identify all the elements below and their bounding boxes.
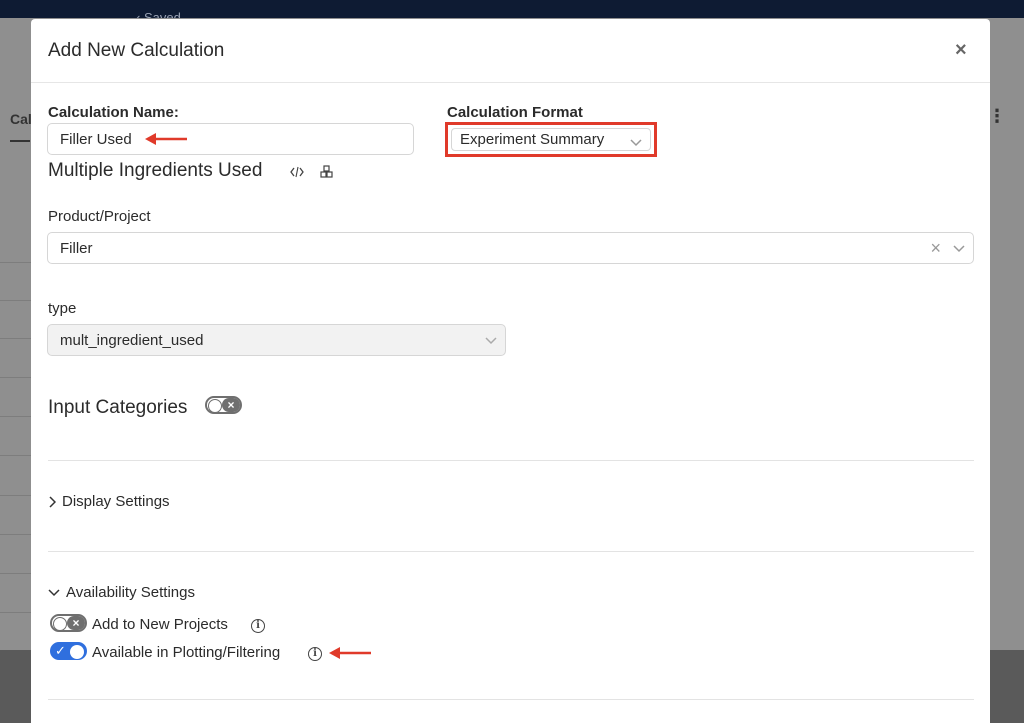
chevron-down-icon — [48, 588, 60, 596]
calculation-format-value: Experiment Summary — [460, 131, 605, 148]
chevron-right-icon — [49, 495, 56, 508]
section-divider — [48, 699, 974, 700]
background-row-line — [0, 416, 31, 417]
background-row-line — [0, 534, 31, 535]
section-divider — [48, 551, 974, 552]
available-in-plotting-label: Available in Plotting/Filtering — [92, 644, 281, 661]
input-categories-title: Input Categories — [48, 397, 188, 418]
chevron-down-icon — [953, 245, 965, 253]
toggle-off-icon: × — [67, 616, 85, 630]
modal-title: Add New Calculation — [48, 40, 225, 61]
available-in-plotting-toggle[interactable]: ✓ — [50, 642, 87, 660]
toggle-off-icon: × — [222, 398, 240, 412]
modal-header: Add New Calculation × — [31, 19, 990, 83]
background-row-line — [0, 495, 31, 496]
toggle-knob — [208, 399, 222, 413]
type-select[interactable]: mult_ingredient_used — [47, 324, 506, 356]
add-calculation-modal: Add New Calculation × Calculation Name: … — [31, 19, 990, 723]
chevron-down-icon — [630, 139, 642, 147]
calculation-format-select[interactable]: Experiment Summary — [451, 128, 651, 151]
input-categories-toggle[interactable]: × — [205, 396, 242, 414]
ingredients-section-title: Multiple Ingredients Used — [48, 160, 263, 181]
availability-settings-toggle[interactable]: Availability Settings — [48, 584, 195, 601]
code-icon[interactable] — [290, 166, 304, 178]
product-project-value: Filler — [60, 239, 93, 257]
annotation-arrow-icon — [145, 133, 187, 145]
product-project-label: Product/Project — [48, 208, 151, 225]
chevron-down-icon — [485, 337, 497, 345]
calculation-name-input[interactable]: Filler Used — [47, 123, 414, 155]
background-row-line — [0, 455, 31, 456]
toggle-knob — [53, 617, 67, 631]
info-icon[interactable]: i — [251, 619, 265, 633]
background-row-line — [0, 612, 31, 613]
add-to-new-projects-toggle[interactable]: × — [50, 614, 87, 632]
section-divider — [48, 460, 974, 461]
add-to-new-projects-label: Add to New Projects — [92, 616, 228, 633]
background-tab: Cal — [10, 111, 32, 127]
calculation-name-label: Calculation Name: — [48, 104, 179, 121]
background-row-line — [0, 262, 31, 263]
cubes-icon[interactable] — [320, 165, 334, 178]
background-row-line — [0, 300, 31, 301]
background-tab-underline — [10, 140, 30, 142]
product-project-select[interactable]: Filler × — [47, 232, 974, 264]
clear-icon[interactable]: × — [930, 238, 941, 259]
availability-settings-label: Availability Settings — [66, 584, 195, 601]
background-row-line — [0, 338, 31, 339]
checkmark-icon: ✓ — [55, 643, 66, 658]
app-top-bar: ‹ Saved — [0, 0, 1024, 25]
close-icon[interactable]: × — [955, 39, 967, 62]
calculation-format-label: Calculation Format — [447, 104, 583, 121]
info-icon[interactable]: i — [308, 647, 322, 661]
type-label: type — [48, 300, 77, 317]
background-row-line — [0, 377, 31, 378]
annotation-highlight-box: Experiment Summary — [445, 122, 657, 157]
type-value: mult_ingredient_used — [60, 331, 204, 349]
background-row-line — [0, 573, 31, 574]
display-settings-toggle[interactable]: Display Settings — [48, 493, 170, 510]
display-settings-label: Display Settings — [62, 493, 170, 510]
annotation-arrow-icon — [329, 647, 371, 659]
calculation-name-value: Filler Used — [60, 130, 132, 148]
more-menu-icon: ⋮ — [988, 106, 1006, 126]
toggle-knob — [70, 645, 84, 659]
